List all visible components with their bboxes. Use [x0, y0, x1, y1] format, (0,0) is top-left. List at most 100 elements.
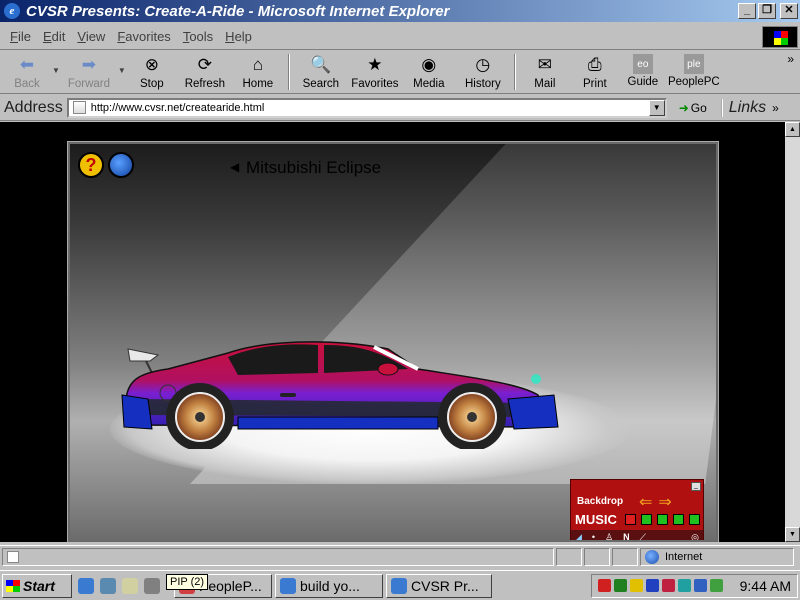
history-button[interactable]: ◷ History [456, 52, 510, 92]
volume-icon[interactable] [629, 579, 643, 592]
dot-icon[interactable]: • [592, 532, 595, 540]
home-button[interactable]: ⌂ Home [232, 52, 284, 92]
ramp-icon[interactable]: ◢ [575, 532, 582, 541]
globe-icon[interactable] [108, 152, 134, 178]
refresh-button[interactable]: ⟳ Refresh [178, 52, 232, 92]
quicklaunch-extra-icon[interactable] [144, 577, 160, 594]
back-arrow-icon: ⬅ [19, 55, 35, 74]
create-a-ride-flash[interactable]: ? ◀ Mitsubishi Eclipse _ Backdrop ⇐⇒ MUS… [67, 141, 719, 542]
address-input[interactable]: http://www.cvsr.net/createaride.html ▼ [66, 97, 667, 118]
internet-globe-icon [645, 549, 659, 564]
links-button[interactable]: Links [720, 98, 766, 117]
mail-icon: ✉ [537, 55, 552, 74]
print-button[interactable]: ⎙ Print [570, 52, 620, 92]
car-illustration[interactable] [118, 299, 578, 449]
scroll-up-icon[interactable]: ▲ [785, 122, 800, 137]
tray-icon-6[interactable] [677, 579, 691, 592]
backdrop-arrows-icon[interactable]: ⇐⇒ [639, 492, 678, 512]
music-stop-button[interactable] [625, 514, 636, 525]
go-button[interactable]: ➜ Go [673, 101, 713, 115]
tray-icon-1[interactable] [597, 579, 611, 592]
quicklaunch-outlook-icon[interactable] [100, 577, 116, 594]
tooltip: PIP (2) [166, 574, 209, 590]
guide-button[interactable]: eo Guide [620, 52, 666, 92]
tray-icon-8[interactable] [709, 579, 723, 592]
page-status-icon [7, 550, 19, 563]
search-button[interactable]: 🔍 Search [294, 52, 348, 92]
task-cvsr[interactable]: CVSR Pr... [386, 573, 492, 598]
stop-icon: ⊗ [144, 55, 159, 74]
links-overflow-icon[interactable]: » [772, 101, 779, 115]
wand-icon[interactable]: ⟋ [640, 532, 646, 541]
mail-button[interactable]: ✉ Mail [520, 52, 570, 92]
n-button[interactable]: N [623, 532, 630, 540]
title-bar: e CVSR Presents: Create-A-Ride - Microso… [0, 0, 800, 22]
taskbar: Start PeopleP... build yo... CVSR Pr... … [0, 570, 800, 600]
menu-bar: File Edit View Favorites Tools Help [0, 24, 800, 50]
page-icon [72, 101, 86, 114]
search-icon: 🔍 [310, 55, 332, 74]
media-button[interactable]: ◉ Media [402, 52, 456, 92]
window-title: CVSR Presents: Create-A-Ride - Microsoft… [26, 2, 450, 20]
guide-icon: eo [632, 54, 653, 74]
quicklaunch-desktop-icon[interactable] [122, 577, 138, 594]
windows-logo-icon [762, 26, 798, 48]
tray-icon-2[interactable] [613, 579, 627, 592]
minimize-button[interactable]: _ [738, 3, 756, 19]
start-button[interactable]: Start [2, 573, 72, 598]
address-url: http://www.cvsr.net/createaride.html [90, 101, 265, 114]
forward-arrow-icon: ➡ [81, 55, 97, 74]
settings-icon[interactable]: ◎ [691, 532, 699, 541]
menu-file[interactable]: File [4, 29, 37, 44]
status-text [2, 547, 554, 566]
toolbar: ⬅ Back ▼ ➡ Forward ▼ ⊗ Stop ⟳ Refresh ⌂ … [0, 52, 800, 94]
close-button[interactable]: ✕ [780, 3, 798, 19]
music-track-2-button[interactable] [657, 514, 668, 525]
panel-tools-row: ◢ • ♙ N ⟋ ◎ [571, 530, 703, 541]
panel-minimize-button[interactable]: _ [691, 482, 701, 491]
toolbar-overflow-icon[interactable]: » [787, 52, 794, 66]
stop-button[interactable]: ⊗ Stop [126, 52, 178, 92]
refresh-icon: ⟳ [197, 55, 212, 74]
menu-edit[interactable]: Edit [37, 29, 71, 44]
media-icon: ◉ [421, 55, 437, 74]
print-icon: ⎙ [588, 55, 602, 74]
back-button[interactable]: ⬅ Back [2, 52, 52, 92]
music-track-1-button[interactable] [641, 514, 652, 525]
restore-button[interactable]: ❐ [758, 3, 776, 19]
menu-tools[interactable]: Tools [177, 29, 219, 44]
forward-button[interactable]: ➡ Forward [60, 52, 118, 92]
tray-icon-5[interactable] [661, 579, 675, 592]
back-dropdown-icon[interactable]: ▼ [52, 66, 60, 75]
forward-dropdown-icon[interactable]: ▼ [118, 66, 126, 75]
history-icon: ◷ [475, 55, 491, 74]
task-build-your[interactable]: build yo... [275, 573, 383, 598]
music-label: MUSIC [575, 512, 617, 527]
tray-icon-4[interactable] [645, 579, 659, 592]
windows-flag-icon [6, 579, 20, 592]
favorites-button[interactable]: ★ Favorites [348, 52, 402, 92]
ie-task-icon [280, 577, 296, 594]
help-button[interactable]: ? [78, 152, 104, 178]
previous-car-arrow-icon[interactable]: ◀ [230, 160, 239, 174]
page-content: ? ◀ Mitsubishi Eclipse _ Backdrop ⇐⇒ MUS… [0, 122, 785, 542]
quicklaunch-ie-icon[interactable] [78, 577, 94, 594]
tray-icon-7[interactable] [693, 579, 707, 592]
options-panel: _ Backdrop ⇐⇒ MUSIC ◢ • ♙ N ⟋ ◎ [570, 479, 704, 541]
scroll-down-icon[interactable]: ▼ [785, 527, 800, 542]
favorites-icon: ★ [367, 55, 383, 74]
music-track-4-button[interactable] [689, 514, 700, 525]
person-icon[interactable]: ♙ [605, 532, 613, 541]
peoplepc-icon: ple [683, 54, 704, 74]
music-track-3-button[interactable] [673, 514, 684, 525]
peoplepc-button[interactable]: ple PeoplePC [666, 52, 722, 92]
vertical-scrollbar[interactable]: ▲ ▼ [785, 122, 800, 542]
menu-favorites[interactable]: Favorites [111, 29, 176, 44]
go-arrow-icon: ➜ [678, 100, 689, 115]
menu-help[interactable]: Help [219, 29, 258, 44]
system-tray: 9:44 AM [590, 573, 798, 598]
home-icon: ⌂ [252, 55, 263, 74]
menu-view[interactable]: View [71, 29, 111, 44]
address-dropdown-icon[interactable]: ▼ [648, 99, 665, 116]
address-label: Address [4, 98, 63, 116]
